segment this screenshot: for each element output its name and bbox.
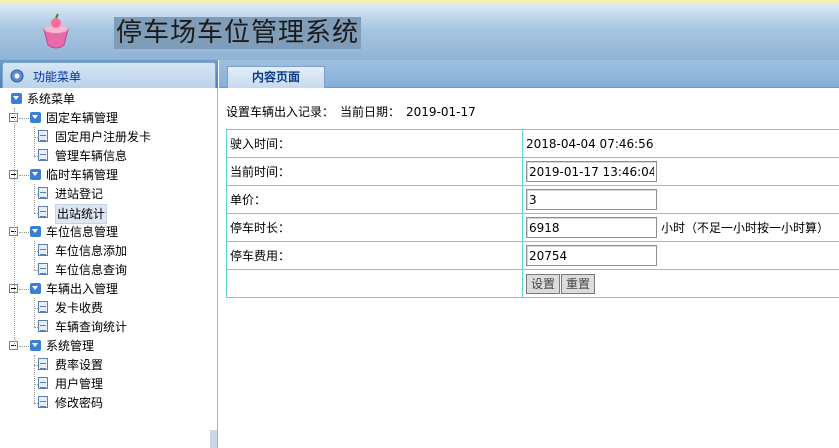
document-icon — [38, 377, 48, 389]
sidebar-scrollbar[interactable] — [210, 430, 217, 448]
unit-price-cell — [522, 185, 839, 214]
tree-connector — [34, 184, 35, 213]
document-icon — [38, 206, 48, 218]
folder-icon — [30, 169, 41, 180]
tree-connector — [34, 251, 38, 252]
parking-record-form: 驶入时间： 2018-04-04 07:46:56 当前时间： 单价： 停车时长… — [226, 129, 839, 298]
tree-connector — [34, 355, 35, 403]
tree-connector — [34, 298, 35, 327]
fee-cell — [522, 241, 839, 270]
item-label: 车位信息添加 — [55, 244, 128, 258]
tree-connector — [19, 289, 29, 290]
duration-cell: 小时（不足一小时按一小时算） — [522, 213, 839, 242]
app-title: 停车场车位管理系统 — [114, 17, 362, 49]
item-label: 车位信息查询 — [55, 263, 128, 277]
actions-cell: 设置 重置 — [522, 269, 839, 298]
entry-time-cell: 2018-04-04 07:46:56 — [522, 129, 839, 158]
current-time-cell — [522, 157, 839, 186]
tree-connector — [19, 232, 29, 233]
unit-price-input[interactable] — [526, 189, 657, 210]
content-tabbar: 内容页面 — [219, 60, 839, 88]
record-heading: 设置车辆出入记录： 当前日期： 2019-01-17 — [226, 103, 482, 120]
document-icon — [38, 358, 48, 370]
item-label: 发卡收费 — [55, 301, 104, 315]
form-row-actions: 设置 重置 — [226, 269, 839, 298]
document-icon — [38, 149, 48, 161]
sidebar: 功能菜单 系统菜单 固定车辆管理 固定用户注册发卡 管理车辆信息 临时车辆管理 — [0, 60, 218, 448]
duration-label: 停车时长： — [226, 213, 523, 242]
record-label: 设置车辆出入记录： — [226, 105, 335, 119]
tree-root-label: 系统菜单 — [27, 92, 76, 106]
item-label: 进站登记 — [55, 187, 104, 201]
current-date-label: 当前日期： — [340, 105, 401, 119]
item-label: 费率设置 — [55, 358, 104, 372]
set-button[interactable]: 设置 — [526, 273, 561, 294]
form-row-duration: 停车时长： 小时（不足一小时按一小时算） — [226, 213, 839, 242]
tree-connector — [34, 308, 38, 309]
form-row-entry-time: 驶入时间： 2018-04-04 07:46:56 — [226, 129, 839, 158]
tab-function-menu-label: 功能菜单 — [33, 70, 82, 84]
document-icon — [38, 301, 48, 313]
group-label: 临时车辆管理 — [46, 168, 119, 182]
root-icon — [11, 93, 22, 104]
current-time-input[interactable] — [526, 161, 657, 182]
fee-input[interactable] — [526, 245, 657, 266]
folder-icon — [30, 283, 41, 294]
tree-connector — [19, 175, 29, 176]
tree-connector — [34, 137, 38, 138]
group-label: 车辆出入管理 — [46, 282, 119, 296]
tree-connector — [34, 270, 38, 271]
item-label: 修改密码 — [55, 396, 104, 410]
content-panel: 内容页面 设置车辆出入记录： 当前日期： 2019-01-17 驶入时间： 2018… — [219, 60, 839, 448]
tree-connector — [19, 346, 29, 347]
document-icon — [38, 130, 48, 142]
tree-connector — [34, 213, 38, 214]
sidebar-header: 功能菜单 — [0, 60, 218, 88]
document-icon — [38, 187, 48, 199]
tree-connector — [34, 327, 38, 328]
tree-connector — [34, 384, 38, 385]
tab-content-page[interactable]: 内容页面 — [227, 66, 325, 88]
document-icon — [38, 320, 48, 332]
tree-connector — [34, 156, 38, 157]
unit-price-label: 单价： — [226, 185, 523, 214]
form-row-unit-price: 单价： — [226, 185, 839, 214]
group-label: 系统管理 — [46, 339, 95, 353]
reset-button[interactable]: 重置 — [561, 273, 596, 294]
folder-icon — [30, 112, 41, 123]
tree-connector — [34, 403, 38, 404]
item-label: 管理车辆信息 — [55, 149, 128, 163]
tree-connector — [34, 194, 38, 195]
tree-connector — [34, 241, 35, 270]
duration-unit: 小时（不足一小时按一小时算） — [661, 221, 830, 235]
fee-label: 停车费用： — [226, 241, 523, 270]
document-icon — [38, 396, 48, 408]
current-date-value: 2019-01-17 — [406, 105, 476, 119]
item-label: 用户管理 — [55, 377, 104, 391]
tree-connector — [19, 118, 29, 119]
entry-time-label: 驶入时间： — [226, 129, 523, 158]
tree-connector — [14, 108, 15, 346]
current-time-label: 当前时间： — [226, 157, 523, 186]
tree-connector — [34, 127, 35, 156]
tab-function-menu[interactable]: 功能菜单 — [2, 62, 216, 88]
logo-icon — [43, 13, 69, 49]
item-label: 车辆查询统计 — [55, 320, 128, 334]
group-label: 固定车辆管理 — [46, 111, 119, 125]
item-label: 固定用户注册发卡 — [55, 130, 152, 144]
document-icon — [38, 244, 48, 256]
group-label: 车位信息管理 — [46, 225, 119, 239]
folder-icon — [30, 226, 41, 237]
duration-input[interactable] — [526, 217, 657, 238]
document-icon — [38, 263, 48, 275]
tree-connector — [34, 365, 38, 366]
folder-icon — [30, 340, 41, 351]
form-row-fee: 停车费用： — [226, 241, 839, 270]
item-label: 出站统计 — [55, 204, 108, 224]
app-header: 停车场车位管理系统 — [0, 0, 839, 60]
entry-time-value: 2018-04-04 07:46:56 — [526, 136, 654, 151]
form-row-current-time: 当前时间： — [226, 157, 839, 186]
gear-menu-icon — [10, 69, 24, 83]
actions-empty-cell — [226, 269, 523, 298]
